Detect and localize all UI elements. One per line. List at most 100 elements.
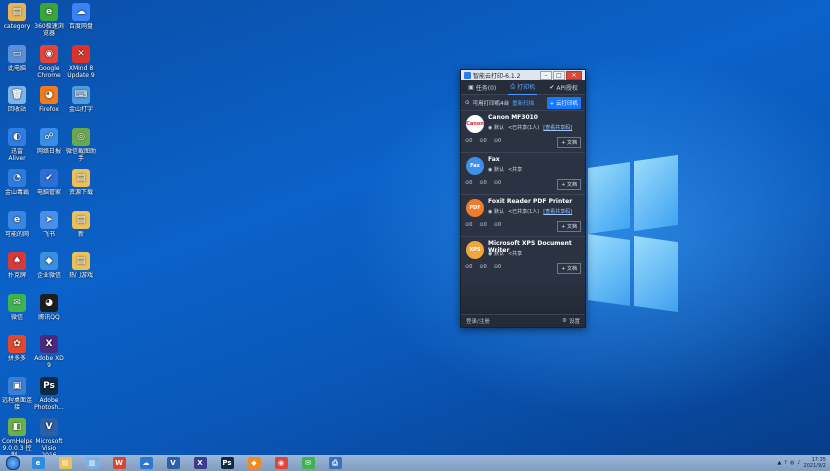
explorer-task-button[interactable]: ▤ [54, 456, 76, 470]
wechat-shortcut[interactable]: ✉ 微信 [2, 293, 32, 321]
shortcut-label: 电脑管家 [36, 189, 61, 196]
web-shortcut[interactable]: e 可能的网 [2, 210, 32, 238]
add-document-button[interactable]: + 文档 [557, 137, 581, 148]
view-share-code-link[interactable]: [查看共享码] [543, 208, 572, 215]
printer-item[interactable]: XPS Microsoft XPS Document Writer ◉ 默认 <共享 ⊙… [461, 236, 585, 278]
login-link[interactable]: 登录/注册 [466, 317, 490, 325]
default-radio[interactable]: ◉ 默认 [488, 250, 504, 257]
window-titlebar[interactable]: 智能云打印-6.1.2 – □ ✕ [461, 70, 585, 80]
tray-expand-icon[interactable]: ▲ [777, 460, 781, 466]
tab-tasks-label: 任务(0) [475, 84, 497, 92]
firefox-shortcut[interactable]: ◕ Firefox [34, 86, 64, 113]
pc-manager-shortcut[interactable]: ✔ 电脑管家 [34, 169, 64, 196]
photoshop-task-button[interactable]: Ps [216, 456, 238, 470]
shield-check-icon: ✔ [549, 83, 555, 91]
cards-shortcut[interactable]: ♠ 扑克牌 [2, 252, 32, 279]
notes-task-button[interactable]: ▥ [81, 456, 103, 470]
recycle-bin-shortcut[interactable]: 🗑 回收站 [2, 86, 32, 113]
recycle-bin-icon: 🗑 [8, 86, 26, 104]
chrome-task-button[interactable]: ◉ [270, 456, 292, 470]
wps-task-button[interactable]: W [108, 456, 130, 470]
capture-shortcut[interactable]: ◎ 微信截图助手 [66, 127, 96, 162]
tab-api[interactable]: ✔ API授权 [547, 80, 580, 94]
add-cloud-printer-button[interactable]: + 云打印机 [546, 96, 581, 109]
aliver-shortcut[interactable]: ◐ 迅雷 Aliver [2, 127, 32, 162]
share-toggle[interactable]: <已共享(1人) [508, 124, 539, 131]
visio-icon: V [40, 418, 58, 436]
printer-name: Fax [488, 156, 500, 163]
print-task-button[interactable]: ⎙ [324, 456, 346, 470]
printer-item[interactable]: Canon Canon MF3010 ◉ 默认 <已共享(1人) [查看共享码] ⊙0 ⊙0… [461, 110, 585, 152]
ie-task-button[interactable]: e [27, 456, 49, 470]
pdd-icon: ✿ [8, 335, 26, 353]
new-folder-shortcut[interactable]: ▤ 新 [66, 210, 96, 238]
browser-360-shortcut[interactable]: e 360极速浏览器 [34, 3, 64, 37]
feishu-icon: ➤ [40, 210, 58, 229]
window-title: 智能云打印-6.1.2 [473, 72, 521, 80]
stat-done: ⊙0 [493, 180, 502, 186]
visio-task-button[interactable]: V [162, 456, 184, 470]
visio-shortcut[interactable]: VMicrosoft Visio 2016 [34, 418, 64, 459]
printer-item[interactable]: Fax Fax ◉ 默认 <共享 ⊙0 ⊙0 ⊙0 + 文档 [461, 152, 585, 194]
share-toggle[interactable]: <共享 [508, 166, 522, 173]
adobe-xd-shortcut[interactable]: X Adobe XD 9 [34, 335, 64, 369]
shortcut-label: Google Chrome [37, 64, 61, 79]
start-button[interactable] [3, 455, 23, 471]
add-document-button[interactable]: + 文档 [557, 263, 581, 274]
feishu-shortcut[interactable]: ➤ 飞书 [34, 210, 64, 238]
gear-icon: ⚙ [562, 318, 567, 324]
baidu-pan-shortcut[interactable]: ☁ 百度网盘 [66, 3, 96, 30]
chrome-task-icon: ◉ [274, 457, 288, 469]
share-toggle[interactable]: <已共享(1人) [508, 208, 539, 215]
share-toggle[interactable]: <共享 [508, 250, 522, 257]
sublime-task-button[interactable]: ◆ [243, 456, 265, 470]
default-radio[interactable]: ◉ 默认 [488, 208, 504, 215]
clock[interactable]: 17:35 2021/9/2 [804, 457, 826, 469]
stat-waiting: ⊙0 [479, 264, 487, 270]
cloud-task-button[interactable]: ☁ [135, 456, 157, 470]
minimize-button[interactable]: – [540, 70, 552, 80]
default-label: 默认 [493, 167, 504, 173]
rescan-link[interactable]: 重新扫描 [512, 99, 534, 107]
category-shortcut[interactable]: ▤ category [2, 3, 32, 30]
stat-waiting: ⊙0 [479, 180, 487, 186]
shortcut-label: 回收站 [7, 106, 26, 113]
qq-icon: ◕ [40, 293, 58, 312]
maximize-button[interactable]: □ [553, 70, 565, 80]
default-radio[interactable]: ◉ 默认 [488, 166, 504, 173]
window-footer: 登录/注册 ⚙ 设置 [461, 314, 585, 327]
wechat-task-button[interactable]: ✉ [297, 456, 319, 470]
games-folder-shortcut[interactable]: ▤ 热门游戏 [66, 252, 96, 279]
comhelper-shortcut[interactable]: ◧ComHelper 9.0.0.3 控制... [2, 418, 32, 459]
stat-waiting: ⊙0 [479, 138, 487, 144]
tray-network-icon[interactable]: ◍ [790, 460, 794, 466]
shortcut-label: 飞书 [42, 230, 55, 238]
add-document-button[interactable]: + 文档 [557, 221, 581, 232]
tab-api-label: API授权 [556, 84, 578, 92]
printer-item[interactable]: PDF Foxit Reader PDF Printer ◉ 默认 <已共享(1人) [… [461, 194, 585, 236]
antivirus-shortcut[interactable]: ◔ 金山毒霸 [2, 169, 32, 196]
qq-shortcut[interactable]: ◕ 腾讯QQ [34, 293, 64, 321]
view-share-code-link[interactable]: [查看共享码] [543, 124, 572, 131]
tray-volume-icon[interactable]: ♪ [797, 460, 800, 466]
network-shortcut[interactable]: ☍ 网络日报 [34, 127, 64, 155]
xmind-task-button[interactable]: X [189, 456, 211, 470]
add-document-button[interactable]: + 文档 [557, 179, 581, 190]
printer-avatar: Canon [466, 115, 484, 133]
remote-desktop-shortcut[interactable]: ▣ 远程桌面连接 [2, 376, 32, 411]
tab-printers[interactable]: ⎙ 打印机 [508, 80, 538, 95]
xmind-shortcut[interactable]: ✕ XMind 8 Update 9 [66, 44, 96, 79]
pdd-shortcut[interactable]: ✿ 拼多多 [2, 335, 32, 362]
tab-tasks[interactable]: ▣ 任务(0) [466, 80, 498, 94]
chrome-shortcut[interactable]: ◉ Google Chrome [34, 44, 64, 79]
settings-button[interactable]: ⚙ 设置 [562, 317, 580, 325]
close-button[interactable]: ✕ [566, 70, 582, 80]
typing-shortcut[interactable]: ⌨ 金山打字 [66, 86, 96, 113]
wecom-shortcut[interactable]: ◆ 企业微信 [34, 252, 64, 279]
tray-help-icon[interactable]: ? [784, 460, 787, 466]
printer-icon: ⎙ [510, 82, 516, 90]
photoshop-shortcut[interactable]: Ps Adobe Photosh... [34, 376, 64, 411]
default-radio[interactable]: ◉ 默认 [488, 124, 504, 131]
downloads-folder-shortcut[interactable]: ▤ 资源下载 [66, 169, 96, 196]
this-pc-shortcut[interactable]: ▭ 此电脑 [2, 44, 32, 72]
